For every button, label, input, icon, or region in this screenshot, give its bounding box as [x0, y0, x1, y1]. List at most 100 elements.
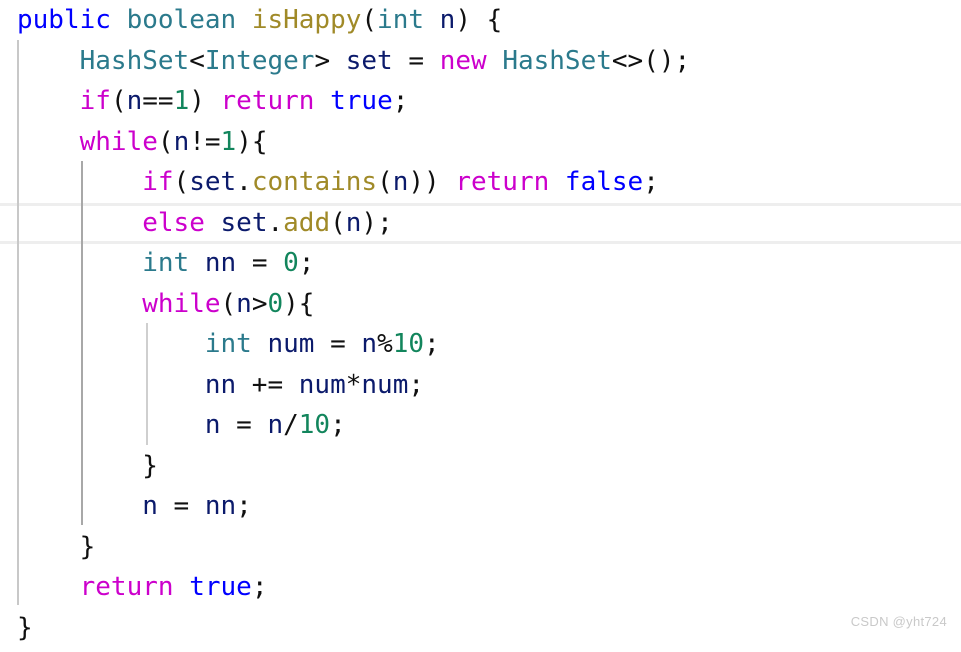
code-token-punc: (: [361, 5, 378, 35]
code-token-num: 0: [283, 248, 299, 278]
code-token-punc: ;: [298, 248, 315, 278]
code-token-type: Integer: [204, 45, 315, 76]
code-token-punc: [205, 208, 221, 238]
code-token-punc: =: [220, 410, 268, 440]
code-token-punc: ;: [236, 491, 252, 521]
code-line[interactable]: public boolean isHappy(int n) {: [0, 0, 690, 41]
code-token-punc: [330, 46, 346, 76]
code-token-bool: true: [189, 572, 252, 602]
code-token-punc: [487, 46, 503, 76]
code-token-punc: [17, 491, 142, 521]
code-line[interactable]: while(n>0){: [0, 284, 690, 325]
code-token-punc: =: [314, 329, 362, 359]
code-token-punc: [189, 248, 205, 278]
code-token-mod: public: [17, 5, 111, 35]
code-token-var: n: [392, 167, 409, 197]
code-token-punc: }: [17, 531, 96, 562]
code-token-type: int: [142, 248, 190, 278]
code-token-punc: %: [377, 329, 393, 359]
code-token-punc: ){: [236, 126, 268, 157]
code-token-punc: ;: [424, 329, 440, 359]
code-token-punc: ==: [142, 86, 174, 116]
code-token-punc: [17, 46, 80, 76]
code-token-bool: false: [564, 167, 644, 197]
code-token-punc: [174, 572, 190, 602]
code-token-punc: [236, 5, 252, 35]
code-token-var: n: [204, 410, 221, 440]
code-line[interactable]: nn += num*num;: [0, 365, 690, 406]
code-token-kw: return: [220, 86, 315, 116]
code-token-punc: .: [267, 207, 284, 238]
code-token-punc: ){: [283, 288, 315, 319]
code-line[interactable]: n = n/10;: [0, 405, 690, 446]
code-token-punc: [17, 127, 80, 157]
code-line[interactable]: n = nn;: [0, 486, 690, 527]
code-token-type: int: [204, 329, 252, 359]
code-token-var: nn: [204, 491, 237, 521]
code-token-punc: (: [173, 167, 190, 197]
code-token-type: int: [377, 5, 425, 35]
code-line[interactable]: if(set.contains(n)) return false;: [0, 162, 690, 203]
code-line[interactable]: }: [0, 527, 690, 568]
code-token-punc: =: [236, 248, 284, 278]
code-line[interactable]: HashSet<Integer> set = new HashSet<>();: [0, 41, 691, 82]
code-line[interactable]: if(n==1) return true;: [0, 81, 690, 122]
code-token-type: HashSet: [502, 45, 612, 76]
code-line[interactable]: }: [0, 446, 690, 487]
code-token-punc: ): [189, 86, 221, 116]
code-token-punc: <>();: [611, 45, 691, 76]
code-token-punc: [17, 86, 80, 116]
code-token-punc: ;: [330, 410, 346, 440]
code-token-var: n: [361, 329, 378, 359]
code-line[interactable]: int num = n%10;: [0, 324, 690, 365]
code-token-punc: ) {: [455, 5, 503, 35]
code-token-punc: [17, 370, 205, 400]
code-token-punc: .: [236, 167, 252, 197]
code-line[interactable]: else set.add(n);: [0, 203, 690, 244]
code-token-kw: while: [142, 288, 221, 319]
code-token-punc: }: [17, 450, 158, 481]
code-token-var: num: [361, 369, 409, 400]
code-line[interactable]: }: [0, 608, 690, 649]
code-token-kw: if: [79, 86, 111, 116]
code-token-var: num: [267, 329, 315, 359]
watermark-label: CSDN @yht724: [850, 613, 947, 629]
code-token-punc: ;: [251, 572, 268, 602]
code-token-punc: );: [361, 207, 393, 238]
code-token-punc: }: [17, 612, 33, 643]
code-token-punc: <: [189, 45, 205, 76]
code-line[interactable]: int nn = 0;: [0, 243, 690, 284]
code-token-type: HashSet: [79, 45, 190, 76]
code-editor-viewport[interactable]: public boolean isHappy(int n) { HashSet<…: [0, 0, 961, 652]
code-token-num: 1: [220, 126, 237, 157]
code-token-punc: (: [110, 86, 127, 116]
code-token-var: num: [298, 369, 346, 400]
code-line[interactable]: while(n!=1){: [0, 122, 690, 163]
code-token-punc: [17, 572, 80, 602]
code-token-punc: =: [157, 491, 205, 521]
code-line[interactable]: return true;: [0, 567, 690, 608]
code-token-punc: *: [345, 369, 362, 400]
code-token-punc: )): [408, 167, 456, 197]
code-token-var: n: [173, 126, 190, 157]
code-token-punc: !=: [189, 126, 221, 157]
code-token-num: 0: [267, 288, 284, 319]
code-token-punc: [252, 329, 268, 359]
code-token-punc: [424, 5, 440, 35]
code-token-var: n: [126, 86, 143, 116]
code-token-punc: >: [314, 45, 331, 76]
code-token-punc: [17, 208, 142, 238]
code-token-punc: (: [220, 288, 237, 319]
code-token-var: n: [439, 5, 456, 35]
code-token-punc: >: [251, 288, 268, 319]
code-token-punc: [17, 410, 205, 440]
source-code[interactable]: public boolean isHappy(int n) { HashSet<…: [0, 0, 690, 648]
code-token-var: set: [345, 45, 393, 76]
code-token-punc: [314, 86, 330, 116]
code-token-kw: else: [142, 207, 205, 238]
code-token-punc: /: [283, 410, 299, 440]
code-token-type: boolean: [126, 5, 237, 35]
code-token-punc: [549, 167, 565, 197]
code-token-punc: [17, 329, 205, 359]
code-token-punc: (: [330, 207, 346, 238]
